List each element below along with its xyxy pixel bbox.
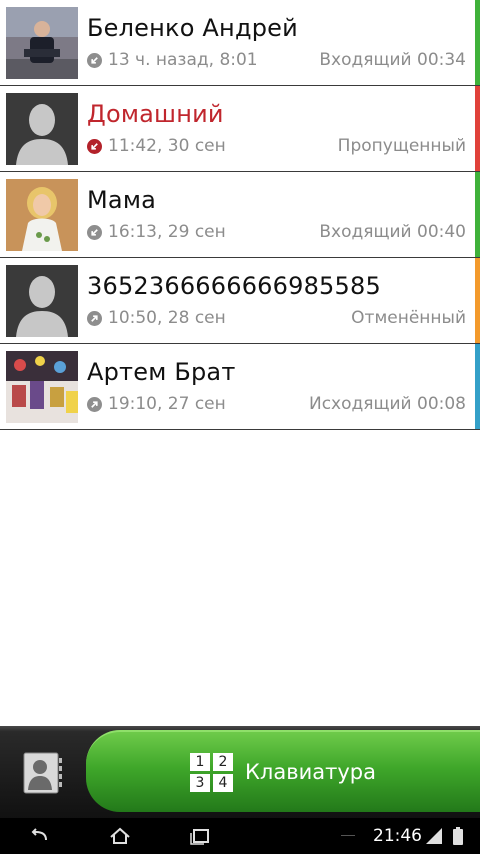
contact-name: 3652366666666985585 — [87, 272, 381, 300]
back-icon[interactable] — [28, 826, 52, 846]
call-status: Входящий 00:34 — [319, 50, 466, 70]
keypad-button[interactable]: 1 2 3 4 Клавиатура — [86, 730, 480, 812]
recents-icon[interactable] — [188, 826, 212, 846]
call-meta: 13 ч. назад, 8:01 — [87, 50, 258, 70]
call-status: Пропущенный — [337, 136, 466, 156]
outgoing-call-icon — [87, 310, 102, 326]
outgoing-call-icon — [87, 396, 102, 412]
home-icon[interactable] — [108, 826, 132, 846]
call-log-screen: Беленко Андрей 13 ч. назад, 8:01 Входящи… — [0, 0, 480, 854]
status-clock: 21:46 — [373, 826, 422, 846]
contact-photo[interactable] — [6, 351, 78, 423]
call-type-stripe — [475, 0, 480, 85]
call-meta: 10:50, 28 сен — [87, 308, 226, 328]
call-log-list: Беленко Андрей 13 ч. назад, 8:01 Входящи… — [0, 0, 480, 430]
contact-placeholder-avatar[interactable] — [6, 265, 78, 337]
contacts-button[interactable] — [0, 730, 86, 816]
call-type-stripe — [475, 258, 480, 343]
contact-name: Домашний — [87, 100, 224, 128]
call-log-item[interactable]: Артем Брат 19:10, 27 сен Исходящий 00:08 — [0, 344, 480, 430]
call-meta: 19:10, 27 сен — [87, 394, 226, 414]
call-time: 10:50, 28 сен — [108, 308, 226, 328]
battery-icon — [452, 826, 464, 846]
call-status: Исходящий 00:08 — [308, 394, 466, 414]
call-type-stripe — [475, 344, 480, 429]
call-log-item[interactable]: 3652366666666985585 10:50, 28 сен Отменё… — [0, 258, 480, 344]
call-type-stripe — [475, 172, 480, 257]
call-time: 19:10, 27 сен — [108, 394, 226, 414]
contacts-book-icon — [23, 752, 63, 794]
call-meta: 11:42, 30 сен — [87, 136, 226, 156]
contact-placeholder-avatar[interactable] — [6, 93, 78, 165]
contact-photo[interactable] — [6, 179, 78, 251]
contact-name: Мама — [87, 186, 157, 214]
contact-photo[interactable] — [6, 7, 78, 79]
keypad-key: 4 — [213, 773, 234, 792]
incoming-call-icon — [87, 52, 102, 68]
keypad-key: 2 — [213, 752, 234, 771]
incoming-call-icon — [87, 224, 102, 240]
call-log-item[interactable]: Домашний 11:42, 30 сен Пропущенный — [0, 86, 480, 172]
call-status: Входящий 00:40 — [319, 222, 466, 242]
call-type-stripe — [475, 86, 480, 171]
call-time: 11:42, 30 сен — [108, 136, 226, 156]
signal-icon — [424, 826, 444, 846]
call-time: 13 ч. назад, 8:01 — [108, 50, 258, 70]
call-log-item[interactable]: Беленко Андрей 13 ч. назад, 8:01 Входящи… — [0, 0, 480, 86]
keypad-key: 3 — [190, 773, 211, 792]
call-time: 16:13, 29 сен — [108, 222, 226, 242]
bottom-action-bar: 1 2 3 4 Клавиатура — [0, 726, 480, 818]
call-meta: 16:13, 29 сен — [87, 222, 226, 242]
contact-name: Беленко Андрей — [87, 14, 298, 42]
keypad-label: Клавиатура — [245, 760, 376, 784]
call-status: Отменённый — [351, 308, 466, 328]
contact-name: Артем Брат — [87, 358, 236, 386]
call-log-item[interactable]: Мама 16:13, 29 сен Входящий 00:40 — [0, 172, 480, 258]
system-nav-bar: 21:46 — [0, 818, 480, 854]
notification-icon — [340, 826, 356, 846]
keypad-key: 1 — [190, 752, 211, 771]
keypad-icon: 1 2 3 4 — [190, 752, 234, 792]
missed-call-icon — [87, 138, 102, 154]
